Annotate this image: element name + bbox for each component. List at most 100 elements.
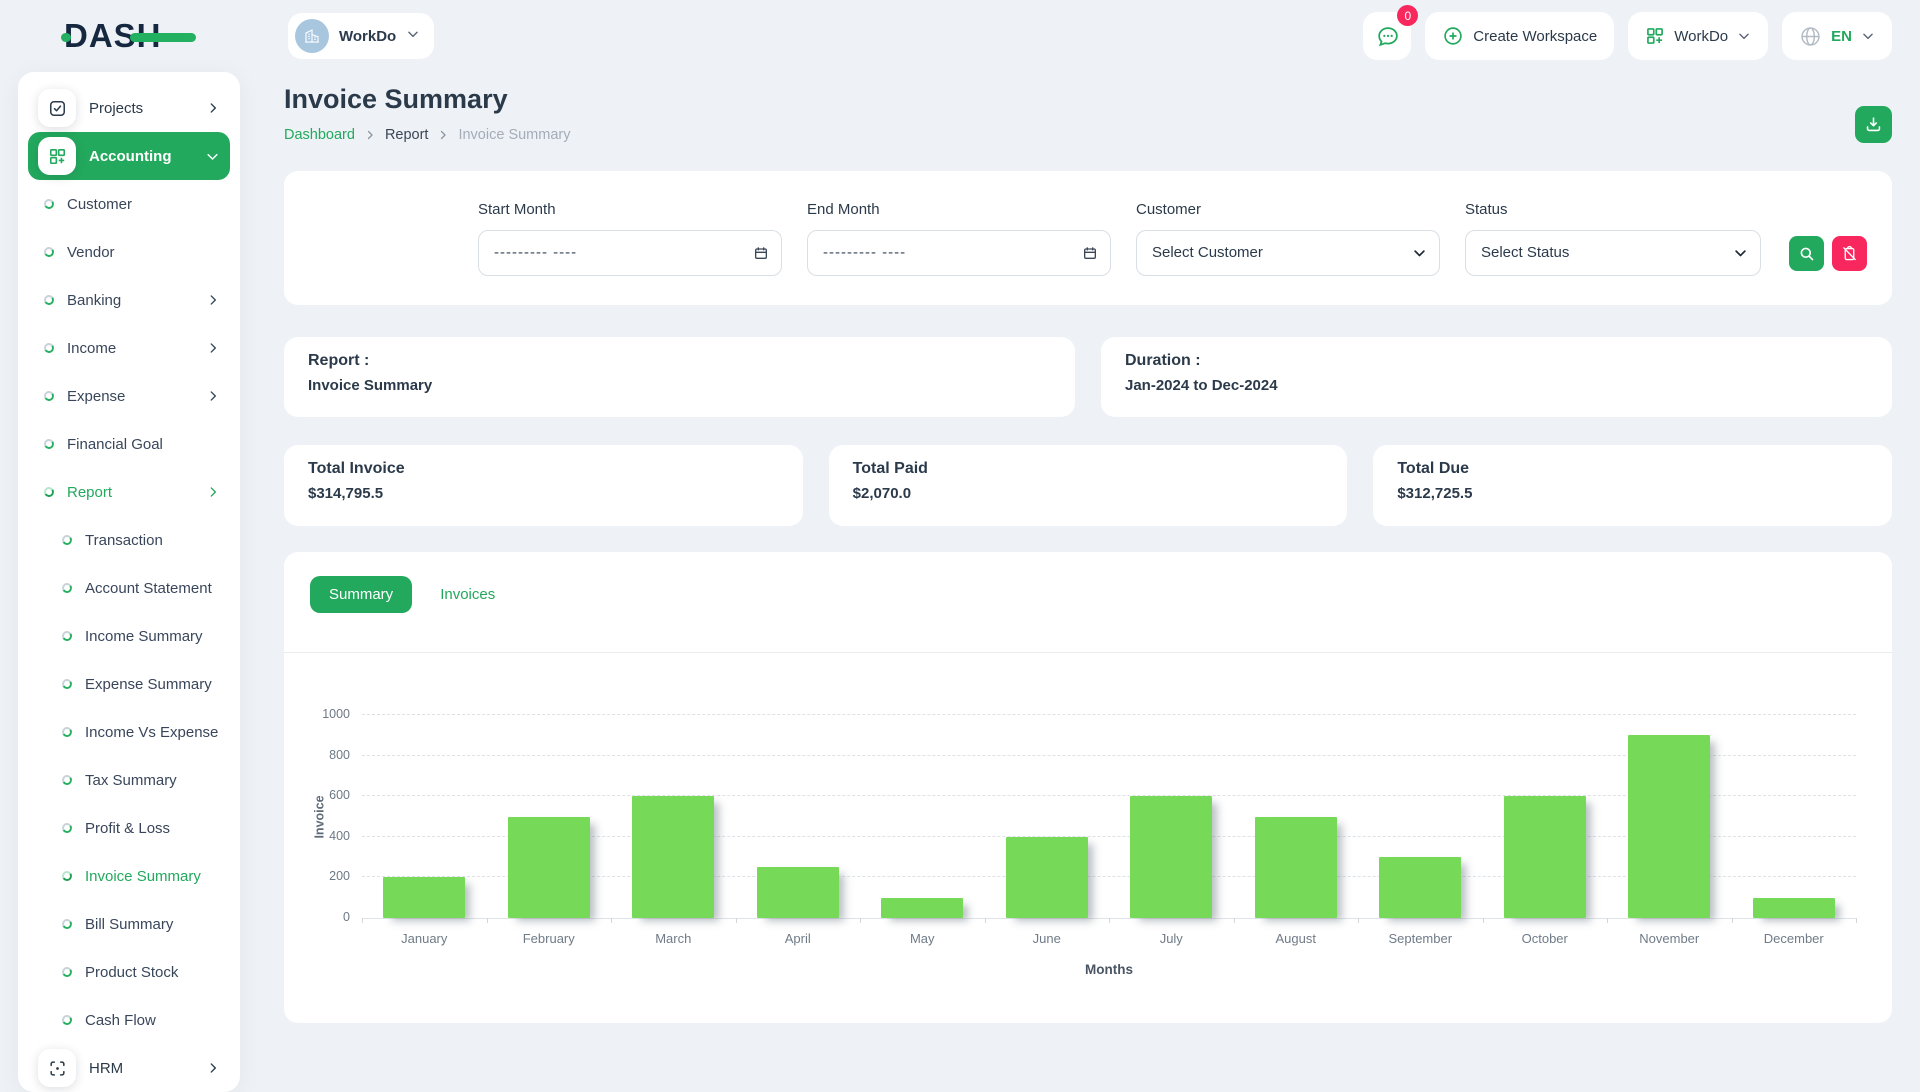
sidebar-item-cash-flow[interactable]: Cash Flow xyxy=(28,996,230,1044)
status-select[interactable]: Select Status xyxy=(1465,230,1761,276)
sidebar-item-label: Product Stock xyxy=(85,964,178,981)
breadcrumb-report[interactable]: Report xyxy=(385,127,429,143)
sidebar-item-label: Profit & Loss xyxy=(85,820,170,837)
tab-invoices[interactable]: Invoices xyxy=(440,586,495,603)
sidebar-item-projects[interactable]: Projects xyxy=(28,84,230,132)
sidebar-item-hrm[interactable]: HRM xyxy=(28,1044,230,1092)
sidebar-item-accounting[interactable]: Accounting xyxy=(28,132,230,180)
y-tick-label: 200 xyxy=(310,869,350,883)
sidebar: ProjectsAccountingCustomerVendorBankingI… xyxy=(18,72,240,1092)
reset-filter-button[interactable] xyxy=(1832,236,1867,271)
sidebar-item-customer[interactable]: Customer xyxy=(28,180,230,228)
sidebar-item-report[interactable]: Report xyxy=(28,468,230,516)
x-tick-mark xyxy=(985,918,986,923)
bullet-icon xyxy=(61,966,73,978)
sidebar-item-label: Income Summary xyxy=(85,628,203,645)
language-label: EN xyxy=(1831,28,1852,45)
total-due-value: $312,725.5 xyxy=(1397,485,1868,502)
top-header: DASH WorkDo 0 Create Workspace WorkDo xyxy=(0,0,1920,72)
create-workspace-label: Create Workspace xyxy=(1473,28,1597,45)
sidebar-item-account-statement[interactable]: Account Statement xyxy=(28,564,230,612)
workspace-switcher[interactable]: WorkDo xyxy=(288,13,434,59)
total-due-card: Total Due $312,725.5 xyxy=(1373,445,1892,526)
x-tick-mark xyxy=(362,918,363,923)
sidebar-item-label: Tax Summary xyxy=(85,772,177,789)
sidebar-item-financial-goal[interactable]: Financial Goal xyxy=(28,420,230,468)
sidebar-item-transaction[interactable]: Transaction xyxy=(28,516,230,564)
x-label-january: January xyxy=(362,931,487,946)
tabs: Summary Invoices xyxy=(284,552,1892,613)
bullet-icon xyxy=(43,438,55,450)
breadcrumb: Dashboard Report Invoice Summary xyxy=(284,127,570,143)
account-dropdown[interactable]: WorkDo xyxy=(1628,12,1768,60)
end-month-label: End Month xyxy=(807,201,1111,218)
page-title: Invoice Summary xyxy=(284,84,570,115)
duration-card: Duration : Jan-2024 to Dec-2024 xyxy=(1101,337,1892,417)
x-tick-mark xyxy=(1234,918,1235,923)
chevron-right-icon xyxy=(437,129,449,141)
sidebar-item-profit-loss[interactable]: Profit & Loss xyxy=(28,804,230,852)
chevron-down-icon xyxy=(1861,29,1875,43)
x-label-may: May xyxy=(860,931,985,946)
x-tick-mark xyxy=(611,918,612,923)
sidebar-item-expense-summary[interactable]: Expense Summary xyxy=(28,660,230,708)
create-workspace-button[interactable]: Create Workspace xyxy=(1425,12,1614,60)
sidebar-item-income-vs-expense[interactable]: Income Vs Expense xyxy=(28,708,230,756)
grid-plus-icon xyxy=(38,137,76,175)
sidebar-item-income[interactable]: Income xyxy=(28,324,230,372)
download-button[interactable] xyxy=(1855,106,1892,143)
x-tick-mark xyxy=(860,918,861,923)
sidebar-item-label: HRM xyxy=(89,1060,123,1077)
apply-filter-button[interactable] xyxy=(1789,236,1824,271)
sidebar-item-label: Transaction xyxy=(85,532,163,549)
building-icon xyxy=(303,27,321,45)
messages-button[interactable]: 0 xyxy=(1363,12,1411,60)
total-due-label: Total Due xyxy=(1397,460,1868,478)
chevron-right-icon xyxy=(206,101,220,115)
sidebar-item-label: Projects xyxy=(89,100,143,117)
bullet-icon xyxy=(61,726,73,738)
report-card: Report : Invoice Summary xyxy=(284,337,1075,417)
sidebar-item-bill-summary[interactable]: Bill Summary xyxy=(28,900,230,948)
end-month-input[interactable] xyxy=(807,230,1111,276)
sidebar-item-product-stock[interactable]: Product Stock xyxy=(28,948,230,996)
bullet-icon xyxy=(61,582,73,594)
sidebar-item-vendor[interactable]: Vendor xyxy=(28,228,230,276)
globe-icon xyxy=(1799,25,1822,48)
bar-march xyxy=(632,796,714,918)
sidebar-item-income-summary[interactable]: Income Summary xyxy=(28,612,230,660)
start-month-field: Start Month xyxy=(478,201,782,276)
search-icon xyxy=(1798,245,1815,262)
sidebar-item-label: Bill Summary xyxy=(85,916,173,933)
sidebar-item-tax-summary[interactable]: Tax Summary xyxy=(28,756,230,804)
start-month-input[interactable] xyxy=(478,230,782,276)
plus-circle-icon xyxy=(1442,25,1464,47)
chevron-down-icon xyxy=(205,149,220,164)
sidebar-item-invoice-summary[interactable]: Invoice Summary xyxy=(28,852,230,900)
x-label-november: November xyxy=(1607,931,1732,946)
y-tick-label: 800 xyxy=(310,748,350,762)
y-tick-label: 0 xyxy=(310,910,350,924)
app-logo: DASH xyxy=(64,16,186,56)
total-paid-label: Total Paid xyxy=(853,460,1324,478)
tab-summary[interactable]: Summary xyxy=(310,576,412,613)
breadcrumb-dashboard[interactable]: Dashboard xyxy=(284,127,355,143)
bullet-icon xyxy=(61,822,73,834)
sidebar-item-expense[interactable]: Expense xyxy=(28,372,230,420)
logo-green-dash xyxy=(130,33,196,42)
x-axis-title: Months xyxy=(362,962,1856,977)
bar-december xyxy=(1753,898,1835,918)
total-invoice-label: Total Invoice xyxy=(308,460,779,478)
title-block: Invoice Summary Dashboard Report Invoice… xyxy=(284,72,570,143)
language-dropdown[interactable]: EN xyxy=(1782,12,1892,60)
sidebar-item-label: Report xyxy=(67,484,112,501)
bar-november xyxy=(1628,735,1710,918)
chat-icon xyxy=(1375,24,1400,49)
stats-row: Total Invoice $314,795.5 Total Paid $2,0… xyxy=(284,445,1892,526)
sidebar-item-banking[interactable]: Banking xyxy=(28,276,230,324)
chart-plot: Invoice Months 02004006008001000JanuaryF… xyxy=(362,715,1856,919)
customer-select[interactable]: Select Customer xyxy=(1136,230,1440,276)
sidebar-item-label: Vendor xyxy=(67,244,115,261)
gridline-1000: 1000 xyxy=(362,714,1856,715)
bar-october xyxy=(1504,796,1586,918)
